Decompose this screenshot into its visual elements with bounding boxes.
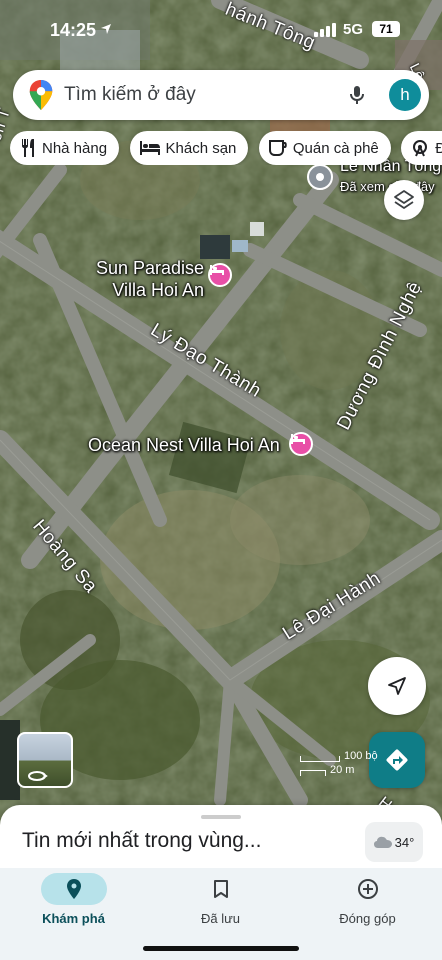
hotel-pin-ocean-nest[interactable] [289, 432, 313, 456]
account-avatar[interactable]: h [389, 79, 421, 111]
scale-label-feet: 100 bộ [344, 750, 378, 762]
status-time: 14:25 [50, 20, 97, 40]
cloud-icon [373, 836, 392, 848]
my-location-button[interactable] [368, 657, 426, 715]
fork-knife-icon [22, 139, 34, 157]
scale-bar-top [300, 756, 340, 762]
nav-active-pill [40, 873, 107, 905]
add-circle-icon [357, 879, 378, 899]
scale-label-meters: 20 m [330, 764, 355, 776]
layers-icon [394, 190, 414, 209]
nav-explore[interactable]: Khám phá [0, 868, 147, 930]
chip-label: Nhà hàng [42, 139, 108, 157]
bed-icon [210, 265, 224, 275]
ferris-wheel-icon [413, 140, 428, 157]
chip-attractions[interactable]: Đị [401, 131, 442, 165]
hotel-pin-sun-paradise[interactable] [208, 263, 232, 287]
search-placeholder[interactable]: Tìm kiếm ở đây [64, 84, 345, 106]
chip-hotels[interactable]: Khách sạn [129, 131, 249, 165]
nav-pill [335, 873, 401, 905]
location-arrow-icon [101, 24, 111, 34]
nav-pill [188, 873, 254, 905]
nav-label: Khám phá [42, 911, 105, 926]
network-type: 5G [343, 21, 364, 38]
bed-icon [139, 141, 160, 155]
explore-pin-icon [66, 879, 81, 899]
bookmark-icon [213, 880, 228, 898]
street-view-rotate-icon [28, 771, 48, 781]
recent-place-pin[interactable] [307, 164, 333, 190]
coffee-icon [268, 140, 287, 156]
microphone-icon[interactable] [345, 83, 369, 107]
status-bar: 14:25 5G 71 [0, 14, 442, 48]
sheet-title[interactable]: Tin mới nhất trong vùng... [22, 829, 261, 853]
home-indicator[interactable] [143, 946, 299, 951]
signal-bars-icon [314, 23, 336, 37]
place-label-ocean-nest[interactable]: Ocean Nest Villa Hoi An [88, 434, 280, 456]
directions-icon [386, 749, 408, 771]
battery-level: 71 [372, 21, 400, 37]
layers-button[interactable] [384, 180, 424, 220]
chip-label: Quán cà phê [292, 139, 379, 157]
weather-badge[interactable]: 34° [365, 822, 423, 862]
nav-label: Đã lưu [200, 911, 241, 926]
search-bar[interactable]: Tìm kiếm ở đây h [13, 70, 429, 120]
bed-icon [291, 434, 305, 444]
place-label-sun-paradise[interactable]: Sun Paradise Villa Hoi An [96, 257, 204, 301]
map-scale: 100 bộ 20 m [300, 750, 378, 776]
nav-saved[interactable]: Đã lưu [147, 868, 294, 930]
pin-dot [316, 173, 324, 181]
google-maps-logo-icon [29, 80, 53, 110]
nav-contribute[interactable]: Đóng góp [294, 868, 441, 930]
nav-label: Đóng góp [339, 911, 396, 926]
sheet-drag-handle[interactable] [201, 815, 241, 819]
scale-bar-bottom [300, 770, 326, 776]
chip-label: Khách sạn [165, 139, 237, 157]
chip-restaurants[interactable]: Nhà hàng [10, 131, 120, 165]
chip-coffee[interactable]: Quán cà phê [258, 131, 391, 165]
navigation-arrow-icon [388, 677, 406, 695]
street-view-thumbnail[interactable] [17, 732, 73, 788]
chip-label: Đị [435, 139, 442, 157]
category-chips: Nhà hàng Khách sạn Quán cà phê Đị [10, 131, 442, 165]
weather-temperature: 34° [394, 834, 415, 850]
